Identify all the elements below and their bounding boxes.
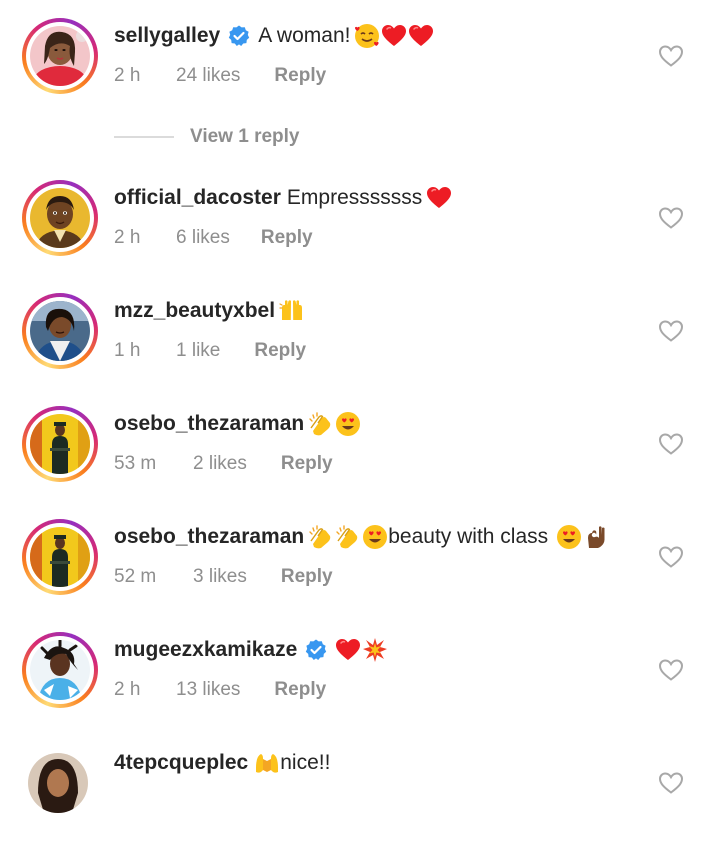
avatar[interactable]	[22, 180, 98, 256]
comment-username[interactable]: sellygalley	[114, 22, 220, 50]
comment-time: 53 m	[114, 453, 157, 474]
comment-likes[interactable]: 13 likes	[176, 678, 240, 702]
clapping-hands-icon	[308, 411, 334, 437]
comment-text: A woman!	[258, 24, 351, 47]
comment-username[interactable]: mzz_beautyxbel	[114, 297, 275, 325]
like-heart-icon[interactable]	[658, 44, 684, 68]
comment-username[interactable]: mugeezxkamikaze	[114, 636, 297, 664]
smiling-face-with-hearts-icon	[354, 23, 380, 49]
clapping-hands-icon	[308, 524, 334, 550]
comment-item: mugeezxkamikaze 2 h 13 likes Reply	[0, 632, 720, 732]
heart-eyes-icon	[335, 411, 361, 437]
reply-button[interactable]: Reply	[274, 678, 326, 702]
view-replies-divider	[114, 136, 174, 138]
avatar[interactable]	[22, 753, 98, 829]
reply-button[interactable]: Reply	[274, 64, 326, 88]
comment-item: osebo_thezaraman 53 m 2 likes Reply	[0, 406, 720, 506]
ok-hand-icon	[583, 524, 609, 550]
red-heart-icon	[381, 23, 407, 49]
like-heart-icon[interactable]	[658, 771, 684, 795]
comment-likes[interactable]: 6 likes	[176, 226, 230, 250]
red-heart-icon	[335, 637, 361, 663]
comment-username[interactable]: 4tepcqueplec	[114, 749, 248, 777]
comment-text: nice!!	[280, 751, 331, 774]
comment-item: official_dacoster Empresssssss 2 h 6 lik…	[0, 180, 720, 280]
comment-time: 2 h	[114, 227, 141, 248]
comment-text: beauty with class	[388, 525, 549, 548]
comment-time: 52 m	[114, 566, 157, 587]
reply-button[interactable]: Reply	[281, 565, 333, 589]
verified-badge-icon	[305, 639, 327, 661]
verified-badge-icon	[228, 25, 250, 47]
avatar[interactable]	[22, 18, 98, 94]
view-replies-label: View 1 reply	[190, 126, 300, 147]
like-heart-icon[interactable]	[658, 432, 684, 456]
comment-username[interactable]: official_dacoster	[114, 184, 281, 212]
comment-time: 1 h	[114, 340, 141, 361]
like-heart-icon[interactable]	[658, 206, 684, 230]
avatar[interactable]	[22, 519, 98, 595]
comment-username[interactable]: osebo_thezaraman	[114, 410, 304, 438]
avatar[interactable]	[22, 632, 98, 708]
comment-text: Empresssssss	[286, 186, 423, 209]
comment-item: 4tepcqueplec nice!!	[0, 745, 720, 845]
clapping-hands-icon	[335, 524, 361, 550]
like-heart-icon[interactable]	[658, 658, 684, 682]
view-replies-button[interactable]: View 1 reply	[114, 125, 300, 149]
avatar[interactable]	[22, 293, 98, 369]
heart-eyes-icon	[556, 524, 582, 550]
raising-hands-icon	[279, 298, 305, 324]
avatar[interactable]	[22, 406, 98, 482]
comment-likes[interactable]: 2 likes	[193, 452, 247, 476]
red-heart-icon	[426, 185, 452, 211]
palms-up-together-icon	[254, 750, 280, 776]
comment-time: 2 h	[114, 65, 141, 86]
comment-username[interactable]: osebo_thezaraman	[114, 523, 304, 551]
heart-eyes-icon	[362, 524, 388, 550]
comment-likes[interactable]: 24 likes	[176, 64, 240, 88]
comment-time: 2 h	[114, 679, 141, 700]
like-heart-icon[interactable]	[658, 319, 684, 343]
comment-item: sellygalley A woman! 2 h 24 likes Reply	[0, 18, 720, 118]
comment-item: osebo_thezaraman beauty with class 52 m …	[0, 519, 720, 619]
comment-likes[interactable]: 3 likes	[193, 565, 247, 589]
collision-icon	[362, 637, 388, 663]
reply-button[interactable]: Reply	[254, 339, 306, 363]
reply-button[interactable]: Reply	[261, 226, 313, 250]
reply-button[interactable]: Reply	[281, 452, 333, 476]
red-heart-icon	[408, 23, 434, 49]
comment-likes[interactable]: 1 like	[176, 339, 220, 363]
comment-item: mzz_beautyxbel 1 h 1 like Reply	[0, 293, 720, 393]
like-heart-icon[interactable]	[658, 545, 684, 569]
